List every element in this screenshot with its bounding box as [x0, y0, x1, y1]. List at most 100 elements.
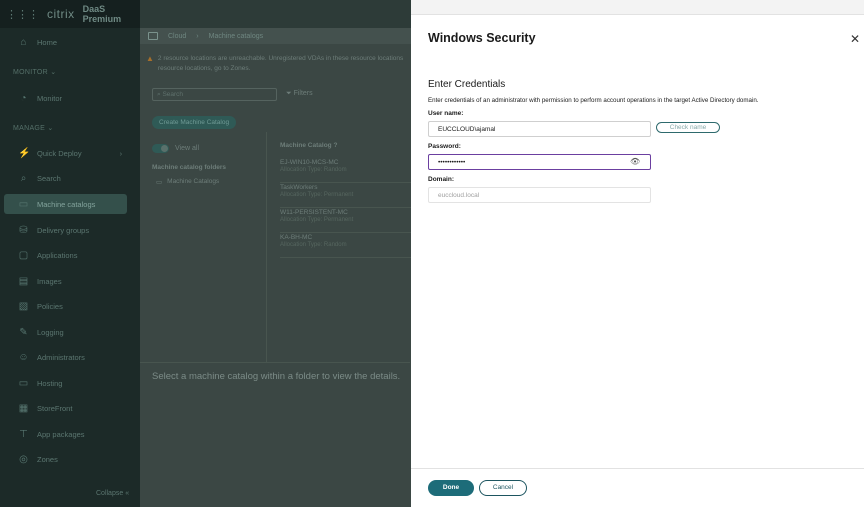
sidebar-item-label: Logging — [37, 327, 64, 337]
app-packages-icon: ⊤ — [19, 428, 28, 440]
chevron-right-icon: › — [119, 148, 123, 158]
sidebar-item-hosting[interactable]: ▭ Hosting — [0, 373, 140, 393]
search-icon: ⌕ — [20, 172, 27, 184]
check-name-button[interactable]: Check name — [656, 122, 720, 133]
list-item[interactable]: W11-PERSISTENT-MC Allocation Type: Perma… — [280, 208, 411, 233]
filters-button[interactable]: ⏷ Filters — [286, 90, 313, 98]
filters-label: Filters — [293, 90, 313, 97]
sidebar-item-label: Delivery groups — [37, 225, 90, 235]
sidebar-item-label: Machine catalogs — [37, 199, 96, 209]
hosting-icon: ▭ — [18, 377, 29, 389]
dialog-top-strip — [411, 0, 864, 15]
sidebar-item-label: App packages — [37, 429, 85, 439]
logging-icon: ✎ — [19, 326, 28, 338]
view-all-toggle[interactable] — [152, 144, 169, 153]
warning-icon: ▲ — [146, 54, 154, 63]
search-placeholder: Search — [162, 91, 184, 98]
catalog-allocation: Allocation Type: Random — [280, 167, 347, 173]
sidebar-item-label: Home — [37, 37, 58, 47]
catalog-name: KA-BH-MC — [280, 234, 313, 241]
sidebar-item-applications[interactable]: ▢ Applications — [0, 245, 140, 265]
sidebar-item-home[interactable]: ⌂ Home — [0, 32, 140, 52]
sidebar: ⌂ Home MONITOR ⌄ ◔ Monitor MANAGE ⌄ ⚡ Qu… — [0, 28, 140, 507]
done-button[interactable]: Done — [428, 480, 474, 496]
cancel-button[interactable]: Cancel — [479, 480, 527, 496]
username-field[interactable] — [428, 121, 651, 137]
sidebar-item-logging[interactable]: ✎ Logging — [0, 322, 140, 342]
catalog-allocation: Allocation Type: Random — [280, 242, 347, 248]
sidebar-item-storefront[interactable]: ▦ StoreFront — [0, 398, 140, 418]
top-bar: ⋮⋮⋮ citrix DaaS Premium — [0, 0, 140, 28]
sidebar-item-monitor[interactable]: ◔ Monitor — [0, 88, 140, 108]
sidebar-item-label: Administrators — [37, 352, 85, 362]
windows-security-dialog: Windows Security ✕ Enter Credentials Ent… — [411, 0, 864, 507]
storefront-icon: ▦ — [18, 402, 29, 414]
policies-icon: ▧ — [18, 300, 29, 312]
machine-catalogs-icon: ▭ — [18, 198, 29, 210]
section-monitor[interactable]: MONITOR ⌄ — [13, 68, 56, 76]
divider — [266, 132, 267, 362]
divider — [140, 362, 410, 363]
list-item[interactable]: EJ-WIN10-MCS-MC Allocation Type: Random — [280, 158, 411, 183]
breadcrumb-separator-icon: › — [196, 32, 199, 40]
list-item[interactable]: KA-BH-MC Allocation Type: Random — [280, 233, 411, 258]
collapse-button[interactable]: Collapse « — [96, 490, 129, 497]
sidebar-item-images[interactable]: ▤ Images — [0, 271, 140, 291]
panel-toggle-icon[interactable] — [148, 32, 158, 40]
close-icon[interactable]: ✕ — [850, 32, 860, 46]
monitor-icon: ◔ — [20, 92, 27, 104]
create-machine-catalog-button[interactable]: Create Machine Catalog — [152, 116, 237, 129]
app-grid-icon[interactable]: ⋮⋮⋮ — [6, 8, 39, 21]
sidebar-item-label: Monitor — [37, 93, 63, 103]
folder-icon: ▭ — [156, 179, 163, 186]
sidebar-item-administrators[interactable]: ☺ Administrators — [0, 347, 140, 367]
catalog-allocation: Allocation Type: Permanent — [280, 217, 354, 223]
catalog-name: TaskWorkers — [280, 184, 318, 191]
breadcrumb-root[interactable]: Cloud — [168, 33, 186, 40]
sidebar-item-app-packages[interactable]: ⊤ App packages — [0, 424, 140, 444]
catalog-column-header[interactable]: Machine Catalog ? — [280, 142, 337, 149]
warning-link[interactable]: resource locations, go to Zones. — [158, 64, 403, 74]
dialog-description: Enter credentials of an administrator wi… — [428, 97, 759, 104]
folder-item[interactable]: ▭ Machine Catalogs — [156, 178, 219, 186]
sidebar-item-label: Quick Deploy — [37, 148, 82, 158]
zones-icon: ◎ — [19, 453, 28, 465]
product-name: DaaS Premium — [82, 4, 122, 24]
warning-banner: ▲ 2 resource locations are unreachable. … — [146, 54, 403, 74]
sidebar-item-label: Applications — [37, 250, 78, 260]
username-label: User name: — [428, 110, 464, 117]
sidebar-item-label: Images — [37, 276, 62, 286]
footer-divider — [411, 468, 864, 469]
brand-logo: citrix — [47, 7, 75, 21]
sidebar-item-label: Search — [37, 173, 61, 183]
section-label: MONITOR — [13, 69, 49, 76]
filter-icon: ⏷ — [286, 90, 292, 97]
folders-header: Machine catalog folders — [152, 164, 227, 171]
view-all-toggle-row: View all — [152, 144, 199, 153]
sidebar-item-label: Hosting — [37, 378, 63, 388]
quick-deploy-icon: ⚡ — [18, 147, 31, 159]
sidebar-item-label: StoreFront — [37, 403, 73, 413]
sidebar-item-delivery-groups[interactable]: ⛁ Delivery groups — [0, 220, 140, 240]
search-input[interactable]: ⌕ Search — [152, 88, 277, 101]
section-label: MANAGE — [13, 125, 46, 132]
applications-icon: ▢ — [18, 249, 29, 261]
sidebar-item-machine-catalogs[interactable]: ▭ Machine catalogs — [4, 194, 127, 214]
column-header-label: Machine Catalog — [280, 142, 332, 149]
section-manage[interactable]: MANAGE ⌄ — [13, 124, 54, 132]
sidebar-item-label: Zones — [37, 454, 58, 464]
collapse-icon: « — [125, 490, 130, 497]
sidebar-item-search[interactable]: ⌕ Search — [0, 168, 140, 188]
catalog-name: W11-PERSISTENT-MC — [280, 209, 348, 216]
help-icon: ? — [333, 142, 338, 149]
domain-field[interactable] — [428, 187, 651, 203]
sidebar-item-quick-deploy[interactable]: ⚡ Quick Deploy › — [0, 143, 140, 163]
sidebar-item-zones[interactable]: ◎ Zones — [0, 449, 140, 469]
show-password-icon[interactable]: 👁 — [630, 157, 640, 166]
list-item[interactable]: TaskWorkers Allocation Type: Permanent — [280, 183, 411, 208]
sidebar-item-policies[interactable]: ▧ Policies — [0, 296, 140, 316]
domain-label: Domain: — [428, 176, 454, 183]
catalog-name: EJ-WIN10-MCS-MC — [280, 159, 339, 166]
password-field[interactable] — [428, 154, 651, 170]
catalog-allocation: Allocation Type: Permanent — [280, 192, 354, 198]
